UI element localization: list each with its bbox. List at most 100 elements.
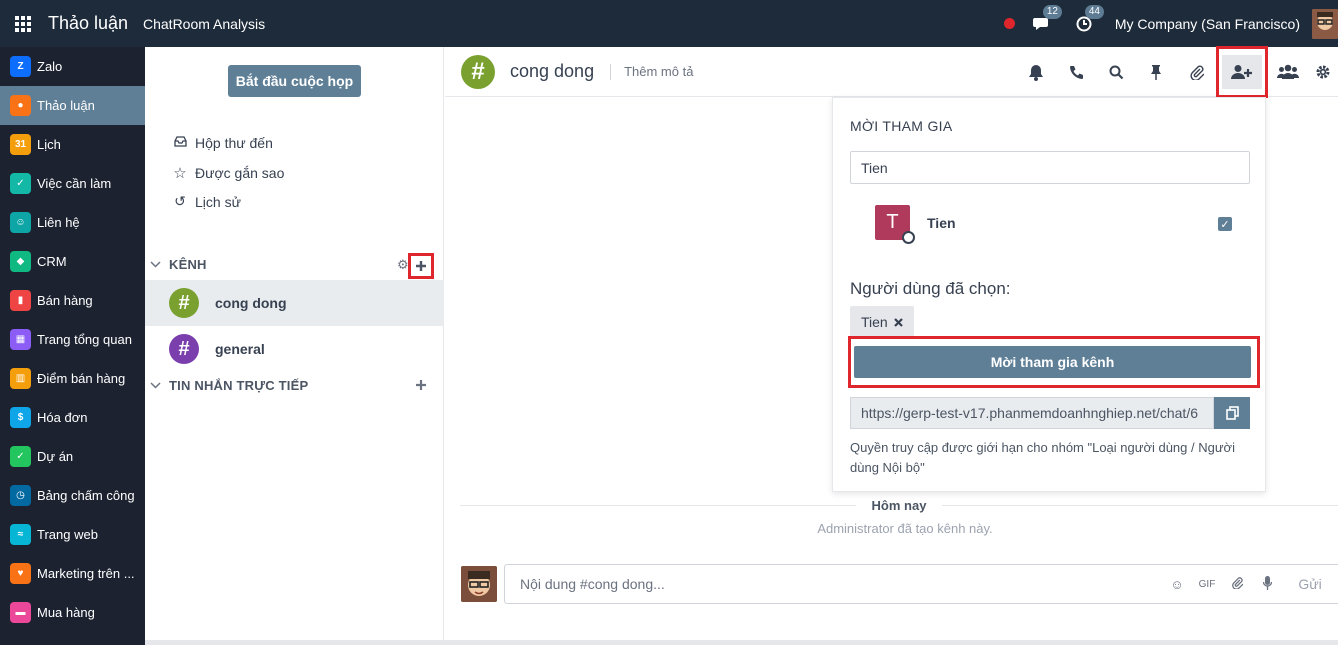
menu-chatroom-analysis[interactable]: ChatRoom Analysis (143, 16, 265, 32)
invite-button-highlight: Mời tham gia kênh (848, 336, 1260, 388)
add-channel-button[interactable] (408, 253, 434, 279)
app-menu-label: Trang web (37, 527, 98, 542)
search-icon[interactable] (1096, 55, 1136, 89)
invite-title: MỜI THAM GIA (850, 118, 953, 134)
add-direct-message-icon[interactable] (415, 375, 427, 396)
offline-status-icon (902, 231, 915, 244)
invoice-icon: $ (10, 407, 31, 428)
messages-icon[interactable]: 12 (1031, 4, 1062, 35)
attachment-paperclip-icon[interactable] (1176, 55, 1216, 89)
discuss-icon: ● (10, 95, 31, 116)
remove-tag-icon[interactable] (893, 314, 903, 330)
contacts-icon: ☺ (10, 212, 31, 233)
crm-icon: ◆ (10, 251, 31, 272)
app-menu-item[interactable]: ≈ Trang web (0, 515, 145, 554)
app-menu-item[interactable]: ▮ Bán hàng (0, 281, 145, 320)
send-button[interactable]: Gửi (1282, 576, 1338, 592)
pos-icon: ▥ (10, 368, 31, 389)
channel-settings-gear-icon[interactable]: ⚙ (397, 257, 409, 273)
mailbox-inbox[interactable]: Hộp thư đến (172, 135, 273, 151)
app-menu-item[interactable]: 31 Lịch (0, 125, 145, 164)
app-grid-icon[interactable] (0, 0, 46, 47)
mailbox-history[interactable]: ↺ Lịch sử (172, 193, 241, 210)
chevron-down-icon (150, 380, 164, 392)
app-menu-item[interactable]: ♥ Marketing trên ... (0, 554, 145, 593)
app-title[interactable]: Thảo luận (48, 13, 140, 34)
star-icon: ☆ (173, 165, 187, 182)
app-menu-item[interactable]: ▦ Trang tổng quan (0, 320, 145, 359)
attachment-paperclip-icon[interactable] (1222, 576, 1252, 592)
app-menu-label: Mua hàng (37, 605, 95, 620)
discuss-sidebar: Bắt đầu cuộc họp Hộp thư đến ☆ Được gắn … (145, 47, 444, 645)
composer-user-avatar (461, 566, 497, 602)
add-user-icon (1222, 55, 1262, 89)
channel-item-cong-dong[interactable]: # cong dong (145, 280, 444, 326)
direct-messages-section-header[interactable]: TIN NHẮN TRỰC TIẾP (150, 378, 308, 393)
app-menu-item[interactable]: ◆ CRM (0, 242, 145, 281)
app-menu-item[interactable]: $ Hóa đơn (0, 398, 145, 437)
app-menu-label: Trang tổng quan (37, 332, 132, 347)
invite-link-field[interactable]: https://gerp-test-v17.phanmemdoanhnghiep… (850, 397, 1214, 429)
sales-icon: ▮ (10, 290, 31, 311)
app-menu-item[interactable]: Z Zalo (0, 47, 145, 86)
thread-title[interactable]: cong dong (510, 61, 594, 82)
call-phone-icon[interactable] (1056, 55, 1096, 89)
user-avatar[interactable] (1312, 8, 1338, 39)
pin-icon[interactable] (1136, 55, 1176, 89)
app-menu-label: Zalo (37, 59, 63, 74)
selected-user-tag[interactable]: Tien (850, 306, 914, 338)
gif-icon[interactable]: GIF (1192, 579, 1222, 590)
channel-created-notification: Administrator đã tạo kênh này. (817, 521, 993, 536)
app-menu-item[interactable]: ☺ Liên hệ (0, 203, 145, 242)
zalo-icon: Z (10, 56, 31, 77)
invite-user-checkbox[interactable]: ✓ (1218, 217, 1232, 231)
composer-input[interactable]: Nội dung #cong dong... (520, 576, 1162, 592)
company-switcher[interactable]: My Company (San Francisco) (1115, 16, 1300, 32)
selected-user-tag-label: Tien (861, 314, 888, 330)
invite-to-channel-button[interactable]: Mời tham gia kênh (854, 346, 1251, 378)
channels-section-header[interactable]: KÊNH (150, 257, 207, 272)
app-menu-label: Điểm bán hàng (37, 371, 126, 386)
microphone-icon[interactable] (1252, 575, 1282, 593)
app-menu-item[interactable]: ▥ Điểm bán hàng (0, 359, 145, 398)
mailbox-label: Hộp thư đến (195, 135, 273, 151)
chevron-down-icon (150, 259, 164, 271)
app-menu-label: CRM (37, 254, 67, 269)
invite-user-row[interactable]: T Tien (875, 205, 956, 244)
date-separator-label: Hôm nay (871, 497, 927, 513)
channel-hash-icon: # (169, 288, 199, 318)
selected-users-label: Người dùng đã chọn: (850, 279, 1011, 298)
add-users-button[interactable] (1216, 46, 1268, 98)
mailbox-label: Được gắn sao (195, 165, 285, 181)
app-menu-label: Thảo luận (37, 98, 95, 113)
app-menu-label: Bảng chấm công (37, 488, 135, 503)
message-composer[interactable]: Nội dung #cong dong... ☺ GIF Gửi (504, 564, 1338, 604)
emoji-icon[interactable]: ☺ (1162, 577, 1192, 592)
copy-link-icon[interactable] (1214, 397, 1250, 429)
invite-user-name: Tien (927, 214, 956, 231)
app-menu-item[interactable]: ◷ Bảng chấm công (0, 476, 145, 515)
record-status-icon[interactable] (1003, 18, 1015, 29)
horizontal-scrollbar[interactable] (145, 640, 1338, 645)
app-menu-item[interactable]: ▬ Mua hàng (0, 593, 145, 632)
app-menu-label: Liên hệ (37, 215, 80, 230)
history-icon: ↺ (174, 193, 186, 209)
invite-search-input[interactable] (850, 151, 1250, 184)
activity-clock-icon[interactable]: 44 (1073, 4, 1104, 35)
user-avatar: T (875, 205, 915, 244)
channel-item-general[interactable]: # general (145, 326, 444, 372)
mailbox-label: Lịch sử (195, 193, 241, 210)
notification-bell-icon[interactable] (1016, 55, 1056, 89)
start-meeting-button[interactable]: Bắt đầu cuộc họp (228, 65, 361, 97)
app-menu-item[interactable]: ✓ Dự án (0, 437, 145, 476)
thread-description-input[interactable]: Thêm mô tả (610, 63, 693, 80)
top-navbar: Thảo luận ChatRoom Analysis 12 44 My Com… (0, 0, 1338, 47)
app-menu-item[interactable]: ✓ Việc cần làm (0, 164, 145, 203)
app-sidebar: Z Zalo ● Thảo luận 31 Lịch ✓ Việc cần làm ☺ Liên … (0, 47, 145, 645)
app-menu-item[interactable]: ● Thảo luận (0, 86, 145, 125)
mailbox-starred[interactable]: ☆ Được gắn sao (172, 164, 284, 182)
access-restriction-note: Quyền truy cập được giới hạn cho nhóm "L… (850, 440, 1235, 475)
app-menu-label: Bán hàng (37, 293, 93, 308)
settings-gear-icon[interactable] (1308, 55, 1338, 89)
members-group-icon[interactable] (1268, 55, 1308, 89)
